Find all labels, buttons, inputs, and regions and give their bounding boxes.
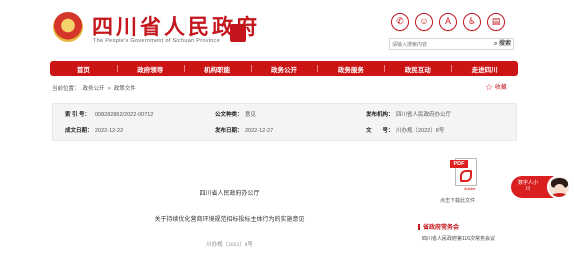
category-label: 公文种类： [215, 112, 243, 118]
document-body: 四川省人民政府办公厅 关于持续优化营商环境规范招标投标主体行为的实施意见 川办规… [52, 146, 407, 263]
nav-item-sichuan[interactable]: 走进四川 [451, 64, 518, 74]
nav-item-home[interactable]: 首页 [50, 64, 117, 74]
avatar [547, 175, 571, 199]
sidebar-link[interactable]: 四川省人民政府第116次常务会议 [422, 235, 495, 242]
date-label: 成文日期： [65, 128, 93, 134]
index-value: 008282862/2022-00712 [95, 112, 154, 118]
search-box: ⌕ 搜索 [389, 38, 514, 50]
person-icon[interactable]: ☺ [415, 13, 433, 31]
doc-number-value: 川办规〔2022〕8号 [396, 128, 445, 134]
date-value: 2022-12-22 [95, 128, 124, 134]
favorite-button[interactable]: ☆ 收藏 [485, 82, 507, 93]
phone-icon[interactable]: ✆ [391, 13, 409, 31]
sidebar-section-label: 省政府常务会 [423, 225, 460, 231]
document-title: 关于持续优化营商环境规范招标投标主体行为的实施意见 [154, 217, 305, 223]
doc-number-label: 文 号： [366, 128, 394, 134]
breadcrumb-separator: > [107, 86, 111, 92]
breadcrumb-item-open-government[interactable]: 政务公开 [83, 86, 105, 92]
national-emblem-icon [53, 12, 83, 42]
issuer-label: 发布机构： [366, 112, 394, 118]
nav-item-services[interactable]: 政务服务 [317, 64, 384, 74]
search-button[interactable]: ⌕ 搜索 [494, 39, 511, 49]
site-header: 四川省人民政府 The People's Government of Sichu… [0, 0, 574, 58]
breadcrumb-item-policy[interactable]: 政策文件 [114, 86, 136, 92]
nav-item-open-government[interactable]: 政务公开 [250, 64, 318, 74]
digital-assistant-label: 数字人小川 [517, 180, 538, 192]
breadcrumb-prefix: 当前位置： [52, 86, 80, 92]
breadcrumb: 当前位置： 政务公开 > 政策文件 [52, 84, 139, 92]
publish-date-value: 2022-12-27 [245, 128, 274, 134]
seal-logo [230, 24, 246, 42]
document-number: 川办规〔2022〕8号 [206, 242, 253, 248]
publish-date-label: 发布日期： [215, 128, 243, 134]
document-issuer: 四川省人民政府办公厅 [199, 191, 260, 197]
nav-item-functions[interactable]: 机构职能 [183, 64, 251, 74]
translate-icon[interactable]: A [439, 13, 457, 31]
adobe-label: Adobe [464, 186, 476, 191]
search-input[interactable] [392, 40, 487, 49]
document-icon[interactable]: ▤ [487, 13, 505, 31]
info-row: 索 引 号： 008282862/2022-00712 公文种类： 意见 发布机… [53, 107, 516, 123]
download-link[interactable]: 点击下载此文件 [440, 197, 475, 204]
avatar-body [551, 193, 568, 197]
search-button-label: 搜索 [498, 41, 511, 47]
accessibility-icon[interactable]: ♿ [463, 13, 481, 31]
document-info-box: 索 引 号： 008282862/2022-00712 公文种类： 意见 发布机… [52, 103, 517, 141]
info-row: 成文日期： 2022-12-22 发布日期： 2022-12-27 文 号： 川… [53, 123, 516, 139]
favorite-label: 收藏 [494, 85, 507, 92]
pdf-download-icon[interactable]: PDF Adobe [450, 158, 480, 192]
issuer-value: 四川省人民政府办公厅 [396, 112, 452, 118]
sidebar-section-title: 省政府常务会 [418, 222, 459, 231]
nav-item-interaction[interactable]: 政民互动 [384, 64, 451, 74]
site-subtitle: The People's Government of Sichuan Provi… [93, 38, 221, 44]
category-value: 意见 [245, 112, 257, 118]
index-label: 索 引 号： [65, 112, 91, 118]
acrobat-icon [460, 170, 472, 182]
digital-assistant-widget[interactable]: 数字人小川 [511, 175, 571, 199]
pdf-tag: PDF [450, 160, 468, 168]
search-icon: ⌕ [493, 41, 498, 47]
section-marker [418, 224, 420, 231]
top-icon-bar: ✆ ☺ A ♿ ▤ [391, 13, 505, 31]
star-icon: ☆ [485, 82, 494, 92]
nav-item-leaders[interactable]: 政府领导 [116, 64, 184, 74]
main-nav: 首页 政府领导 机构职能 政务公开 政务服务 政民互动 走进四川 [50, 61, 518, 76]
